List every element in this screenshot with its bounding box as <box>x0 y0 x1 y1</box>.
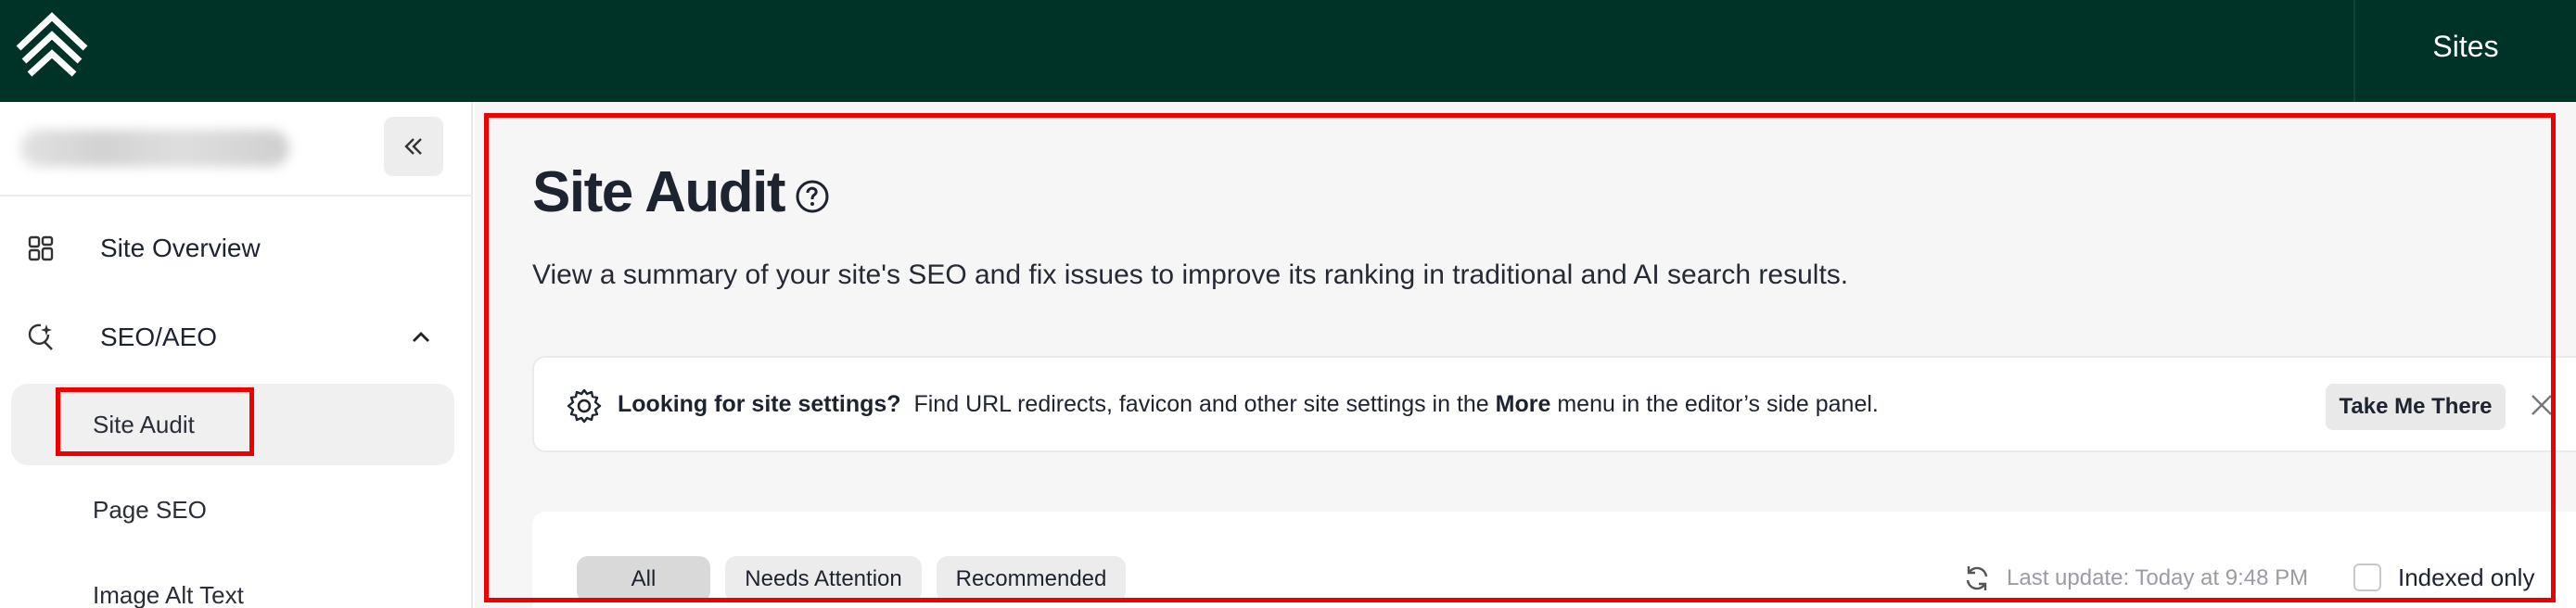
filter-needs-attention[interactable]: Needs Attention <box>725 556 922 602</box>
filter-all[interactable]: All <box>577 556 710 602</box>
indexed-only-label[interactable]: Indexed only <box>2398 564 2534 592</box>
sidebar: Site Overview SEO/AEO Site Audit Page SE… <box>0 102 473 608</box>
collapse-sidebar-button[interactable] <box>384 117 443 176</box>
sidebar-subitem-label: Image Alt Text <box>93 580 244 608</box>
highlight-box-site-audit <box>56 387 254 456</box>
sidebar-subitem-label: Page SEO <box>93 495 207 524</box>
search-sparkle-icon <box>28 323 53 350</box>
close-icon[interactable] <box>2526 389 2557 421</box>
banner-text-before: Find URL redirects, favicon and other si… <box>913 391 1489 417</box>
sidebar-item-site-overview[interactable]: Site Overview <box>0 211 473 285</box>
indexed-only-checkbox[interactable] <box>2353 564 2381 591</box>
sidebar-divider <box>0 195 473 196</box>
page-subtitle: View a summary of your site's SEO and fi… <box>532 260 1849 290</box>
sidebar-subitem-page-seo[interactable]: Page SEO <box>11 469 454 551</box>
sidebar-subitem-image-alt-text[interactable]: Image Alt Text <box>11 554 454 608</box>
banner-heading: Looking for site settings? <box>618 391 901 417</box>
grid-icon <box>28 235 54 261</box>
banner-text-bold: More <box>1495 391 1551 417</box>
audit-results-card: All Needs Attention Recommended Last upd… <box>532 512 2576 608</box>
sites-nav-button[interactable]: Sites <box>2355 0 2576 93</box>
chevron-up-icon[interactable] <box>408 324 434 350</box>
sidebar-item-label: SEO/AEO <box>100 323 218 351</box>
help-icon[interactable] <box>794 178 831 215</box>
top-bar: Sites <box>0 0 2576 102</box>
banner-message: Looking for site settings? Find URL redi… <box>618 391 1879 418</box>
last-update-text: Last update: Today at 9:48 PM <box>2007 565 2309 590</box>
banner-text-after: menu in the editor’s side panel. <box>1557 391 1879 417</box>
double-chevron-left-icon <box>404 138 422 155</box>
page-title: Site Audit <box>532 160 786 224</box>
refresh-icon[interactable] <box>1962 564 1992 593</box>
take-me-there-button[interactable]: Take Me There <box>2326 384 2506 430</box>
sidebar-item-seo-aeo[interactable]: SEO/AEO <box>0 300 473 374</box>
site-settings-banner: Looking for site settings? Find URL redi… <box>532 356 2576 452</box>
sidebar-item-label: Site Overview <box>100 234 261 262</box>
filter-recommended[interactable]: Recommended <box>937 556 1126 602</box>
logo-icon[interactable] <box>15 11 89 78</box>
site-name-redacted <box>20 130 289 167</box>
gear-icon <box>567 388 602 424</box>
